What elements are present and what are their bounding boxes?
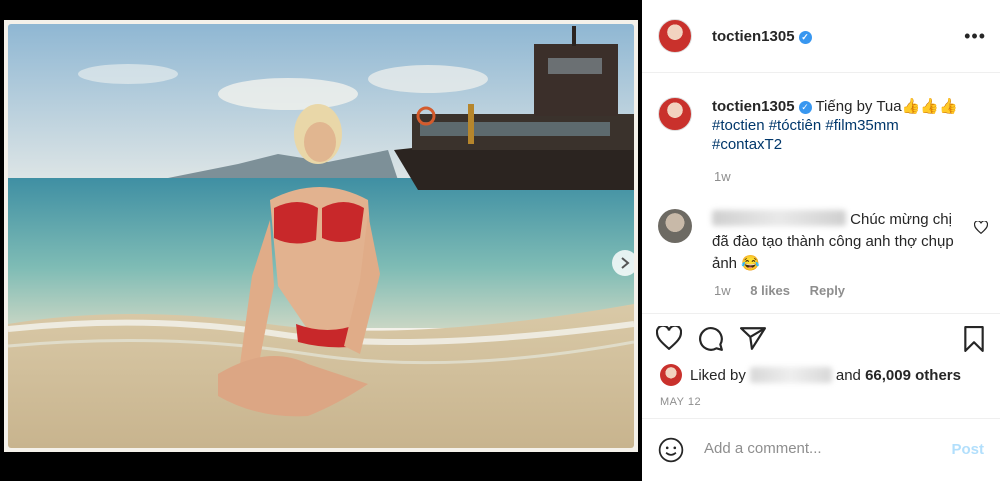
next-photo-button[interactable] [612,250,634,276]
liker-avatar[interactable] [660,364,682,386]
comment-meta: 1w 8 likes Reply [714,283,861,298]
save-bookmark-icon[interactable] [962,326,986,352]
caption-avatar[interactable] [658,97,692,131]
comment-text: Chúc mừng chị đã đào tạo thành công anh … [712,209,962,275]
comment-bubble-icon[interactable] [698,326,724,352]
verified-badge-icon: ✓ [798,30,812,44]
commenter-avatar[interactable] [658,209,692,243]
caption-username[interactable]: toctien1305 [712,98,795,115]
post-header: toctien1305 ✓ ••• [642,0,1000,73]
like-heart-icon[interactable] [656,326,682,350]
liker-username-blurred[interactable] [749,367,832,383]
liked-by-label: Liked by [690,366,746,384]
like-comment-heart-icon[interactable] [974,221,988,234]
comments-section: toctien1305 ✓ Tiếng by Tua👍👍👍 #toctien #t… [642,73,1000,312]
share-paper-plane-icon[interactable] [740,326,766,350]
caption-body: Tiếng by Tua👍👍👍 [815,98,958,115]
likes-summary: Liked by and 66,009 others [660,364,961,386]
verified-badge-icon: ✓ [798,101,812,114]
post-actions: Liked by and 66,009 others MAY 12 Post [642,313,1000,481]
photo-frame [4,20,638,452]
post-photo[interactable] [8,24,634,448]
comment-item: Chúc mừng chị đã đào tạo thành công anh … [658,209,962,275]
more-options-icon[interactable]: ••• [964,26,986,47]
comment-timestamp[interactable]: 1w [714,283,731,298]
caption-hashtags[interactable]: #toctien #tóctiên #film35mm [712,117,899,134]
post-date[interactable]: MAY 12 [660,396,701,408]
caption-timestamp[interactable]: 1w [714,169,731,184]
add-comment-bar: Post [642,418,1000,481]
beach-scene-image [8,24,634,448]
post-sidebar: toctien1305 ✓ ••• toctien1305 ✓ Tiếng by T… [642,0,1000,481]
commenter-username-blurred[interactable] [712,210,846,226]
emoji-icon[interactable] [658,437,684,463]
caption-text: toctien1305 ✓ Tiếng by Tua👍👍👍 #toctien #t… [712,97,982,154]
add-comment-input[interactable] [702,439,926,458]
likes-connector: and [835,366,861,384]
action-icons [656,326,766,352]
chevron-right-icon [621,257,630,269]
media-pane [0,0,642,481]
post-comment-button[interactable]: Post [951,441,984,458]
comment-likes[interactable]: 8 likes [750,283,790,298]
author-avatar[interactable] [658,19,692,53]
caption-hashtags-2[interactable]: #contaxT2 [712,136,782,153]
caption: toctien1305 ✓ Tiếng by Tua👍👍👍 #toctien #t… [658,97,982,154]
author-username[interactable]: toctien1305 ✓ [712,28,812,45]
comment-reply-button[interactable]: Reply [810,283,845,298]
likes-count[interactable]: 66,009 others [865,367,961,384]
